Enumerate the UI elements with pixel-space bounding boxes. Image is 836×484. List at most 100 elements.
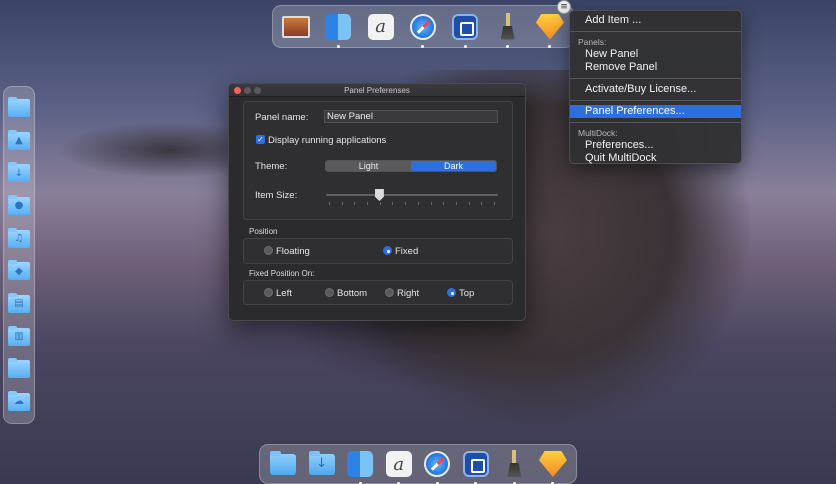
signature-app-icon: a (367, 13, 394, 40)
dock-app-finder[interactable] (323, 12, 353, 48)
menu-separator (570, 100, 741, 101)
dock-app-downloads[interactable] (307, 449, 337, 479)
display-running-checkbox[interactable]: ✓ (256, 135, 265, 144)
fixed-bottom-radio[interactable] (325, 288, 334, 297)
left-dock-panel: ▲ ↓ ● ♫ ◆ ▤ ▥ ☁ (3, 86, 35, 424)
panel-preferences-window: Panel Preferenses Panel name: New Panel … (228, 83, 526, 321)
documents-folder-icon: ▤ (8, 292, 30, 313)
left-dock-folder[interactable] (4, 93, 34, 123)
dock-app-safari[interactable] (422, 449, 452, 484)
folder-icon (8, 97, 30, 117)
menu-item-panel-preferences[interactable]: Panel Preferences... (570, 105, 741, 118)
display-running-label: Display running applications (268, 135, 387, 146)
theme-label: Theme: (255, 161, 288, 172)
minimize-window-button[interactable] (244, 87, 251, 94)
menu-separator (570, 78, 741, 79)
left-dock-images[interactable]: ▲ (4, 126, 34, 156)
menu-item-preferences[interactable]: Preferences... (570, 139, 741, 152)
fixed-top-radio[interactable] (447, 288, 456, 297)
broom-cleaner-icon (505, 450, 523, 478)
item-size-slider-ticks (329, 202, 495, 205)
left-dock-camera[interactable]: ● (4, 191, 34, 221)
left-dock-cloud[interactable]: ☁ (4, 387, 34, 417)
monitor-app-icon (282, 15, 310, 38)
safari-icon (424, 451, 451, 477)
multidock-icon (452, 13, 479, 40)
folder-icon (8, 358, 30, 379)
finder-icon (325, 13, 352, 40)
music-folder-icon: ♫ (8, 227, 30, 248)
panel-name-label: Panel name: (255, 112, 309, 123)
dock-app-cleaner[interactable] (499, 449, 529, 484)
menu-separator (570, 122, 741, 123)
fixed-position-section-label: Fixed Position On: (249, 269, 315, 278)
apps-folder-icon: ◆ (8, 260, 30, 281)
dock-app-cleaner[interactable] (493, 12, 523, 48)
position-fixed-label: Fixed (395, 246, 419, 257)
theme-option-light[interactable]: Light (326, 161, 411, 171)
downloads-folder-icon: ↓ (8, 162, 30, 183)
dock-app-finder[interactable] (345, 449, 375, 484)
dock-app-safari[interactable] (408, 12, 438, 48)
signature-app-icon: a (385, 451, 412, 477)
position-section-label: Position (249, 227, 278, 236)
left-dock-folder-2[interactable] (4, 354, 34, 384)
dock-app-signature[interactable]: a (384, 449, 414, 484)
camera-folder-icon: ● (8, 194, 30, 215)
menu-header-multidock: MultiDock: (578, 128, 618, 138)
menu-item-remove-panel[interactable]: Remove Panel (570, 61, 741, 74)
position-floating-label: Floating (276, 246, 310, 257)
downloads-folder-icon (308, 450, 335, 475)
menu-separator (570, 31, 741, 32)
running-indicator (336, 44, 340, 48)
dock-app-folder[interactable] (268, 449, 298, 479)
left-dock-documents[interactable]: ▤ (4, 289, 34, 319)
top-dock-panel: a (272, 5, 574, 48)
fixed-left-label: Left (276, 288, 292, 299)
running-indicator (506, 44, 510, 48)
broom-cleaner-icon (499, 12, 517, 41)
library-folder-icon: ▥ (8, 325, 30, 346)
folder-icon (270, 450, 296, 475)
left-dock-downloads[interactable]: ↓ (4, 158, 34, 188)
left-dock-apps[interactable]: ◆ (4, 256, 34, 286)
theme-segmented-control: Light Dark (325, 160, 497, 172)
running-indicator (548, 44, 552, 48)
zoom-window-button[interactable] (254, 87, 261, 94)
image-folder-icon: ▲ (8, 129, 30, 150)
dock-app-monitor[interactable] (281, 12, 311, 42)
safari-icon (409, 13, 436, 40)
fixed-right-label: Right (397, 288, 420, 299)
menu-item-activate-license[interactable]: Activate/Buy License... (570, 83, 741, 96)
close-window-button[interactable] (234, 87, 241, 94)
fixed-bottom-label: Bottom (337, 288, 368, 299)
dock-app-sketch[interactable] (538, 449, 568, 484)
dock-app-multidock[interactable] (461, 449, 491, 484)
position-floating-radio[interactable] (264, 246, 273, 255)
running-indicator (421, 44, 425, 48)
bottom-dock-panel: a (259, 444, 577, 484)
left-dock-library[interactable]: ▥ (4, 322, 34, 352)
dock-app-sketch[interactable] (535, 12, 565, 48)
fixed-right-radio[interactable] (385, 288, 394, 297)
menu-item-new-panel[interactable]: New Panel (570, 48, 741, 61)
position-fixed-radio[interactable] (383, 246, 392, 255)
item-size-label: Item Size: (255, 190, 298, 201)
menu-item-quit[interactable]: Quit MultiDock (570, 152, 741, 165)
fixed-left-radio[interactable] (264, 288, 273, 297)
theme-option-dark[interactable]: Dark (411, 161, 496, 171)
dock-context-menu: Add Item ... Panels: New Panel Remove Pa… (569, 10, 742, 164)
window-title: Panel Preferenses (344, 86, 410, 95)
sketch-icon (538, 451, 567, 477)
dock-app-multidock[interactable] (450, 12, 480, 48)
menu-item-add-item[interactable]: Add Item ... (570, 14, 741, 27)
multidock-icon (462, 451, 489, 477)
item-size-slider-track[interactable] (326, 194, 498, 196)
dock-app-signature[interactable]: a (366, 12, 396, 42)
window-titlebar[interactable]: Panel Preferenses (229, 84, 525, 97)
menu-header-panels: Panels: (578, 37, 607, 47)
finder-icon (347, 451, 374, 477)
left-dock-music[interactable]: ♫ (4, 224, 34, 254)
panel-name-input[interactable]: New Panel (324, 110, 498, 123)
fixed-top-label: Top (459, 288, 475, 299)
